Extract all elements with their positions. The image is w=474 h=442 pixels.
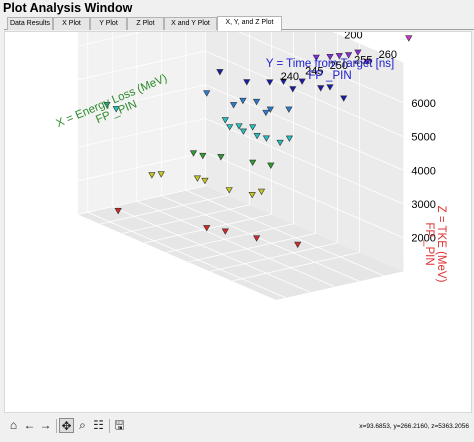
z-tick-label: 5000 — [411, 132, 435, 144]
navigation-toolbar: ⌂ ← → ✥ ⌕ ☷ 🖫 x=93.6853, y=266.2160, z=5… — [4, 416, 472, 438]
z-tick-label: 6000 — [411, 98, 435, 110]
pan-icon[interactable]: ✥ — [59, 418, 74, 433]
x-tick-label: 200 — [344, 32, 362, 41]
axis-label-line: Y = Time from Target [ns] — [266, 58, 394, 70]
z-axis-label: Z = TKE (MeV)FP _PIN — [423, 206, 447, 283]
z-tick-label: 3000 — [411, 199, 435, 211]
tab-x-y-and-z-plot[interactable]: X, Y, and Z Plot — [217, 16, 282, 31]
zoom-icon[interactable]: ⌕ — [75, 418, 90, 433]
z-tick-label: 4000 — [411, 165, 435, 177]
data-point — [405, 35, 413, 42]
axis-label-line: Z = TKE (MeV) — [435, 206, 447, 283]
plot-area[interactable]: 2550751001251501752002402452502552602000… — [4, 31, 472, 413]
axis-label-line: FP _PIN — [308, 70, 351, 82]
tab-z-plot[interactable]: Z Plot — [127, 17, 164, 30]
tab-x-plot[interactable]: X Plot — [53, 17, 90, 30]
scatter-3d-chart[interactable]: 2550751001251501752002402452502552602000… — [5, 32, 471, 412]
axis-label-line: FP _PIN — [423, 222, 435, 265]
configure-subplots-icon[interactable]: ☷ — [91, 418, 106, 433]
home-icon[interactable]: ⌂ — [6, 418, 21, 433]
y-tick-label: 240 — [281, 71, 299, 83]
tab-bar: Data Results X Plot Y Plot Z Plot X and … — [4, 16, 474, 31]
back-arrow-icon[interactable]: ← — [22, 418, 37, 433]
save-icon[interactable]: 🖫 — [112, 418, 127, 433]
tab-y-plot[interactable]: Y Plot — [90, 17, 127, 30]
toolbar-separator — [56, 419, 57, 433]
cursor-coordinates: x=93.6853, y=266.2160, z=5363.2056 — [359, 423, 469, 430]
tab-data-results[interactable]: Data Results — [7, 17, 53, 30]
window-title: Plot Analysis Window — [3, 1, 133, 15]
forward-arrow-icon[interactable]: → — [38, 418, 53, 433]
tab-x-and-y-plot[interactable]: X and Y Plot — [164, 17, 217, 30]
toolbar-separator — [109, 419, 110, 433]
